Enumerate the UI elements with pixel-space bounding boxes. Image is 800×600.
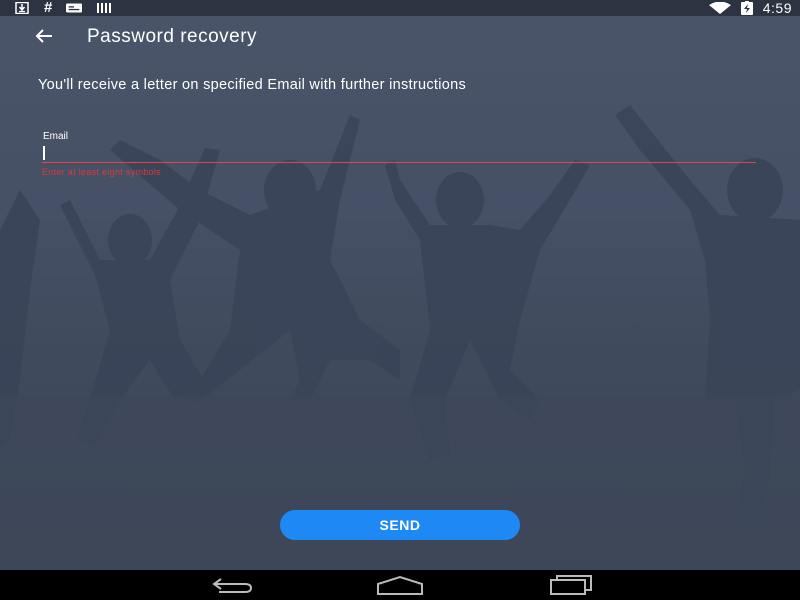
recent-apps-icon[interactable]: [545, 574, 595, 596]
status-time: 4:59: [762, 0, 792, 16]
home-nav-icon[interactable]: [375, 574, 425, 596]
barcode-icon: [97, 3, 112, 13]
status-bar: # 4:59: [0, 0, 800, 16]
battery-charging-icon: [740, 1, 753, 15]
instructions-text: You'll receive a letter on specified Ema…: [38, 77, 467, 93]
email-error-text: Enter at least eight symbols: [42, 167, 161, 177]
download-icon: [15, 2, 29, 14]
text-cursor: [43, 146, 45, 160]
page-title: Password recovery: [87, 26, 258, 47]
hash-icon: #: [44, 0, 53, 16]
notification-card-icon: [66, 3, 83, 13]
navigation-bar: [0, 570, 800, 600]
back-nav-icon[interactable]: [205, 574, 255, 596]
arrow-left-icon[interactable]: [32, 24, 56, 48]
email-field[interactable]: [42, 142, 756, 163]
email-label: Email: [43, 131, 69, 142]
send-button[interactable]: SEND: [280, 510, 520, 540]
wifi-icon: [708, 2, 731, 14]
